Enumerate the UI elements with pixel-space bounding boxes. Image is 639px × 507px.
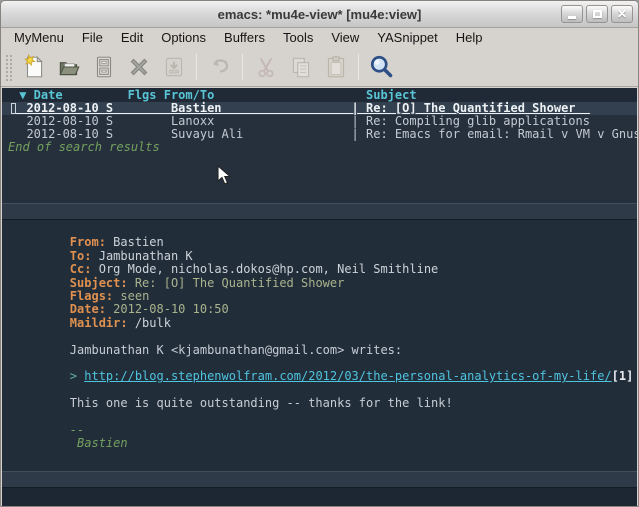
menu-file[interactable]: File (73, 28, 112, 47)
paste-button (318, 50, 353, 83)
save-button (156, 50, 191, 83)
close-buffer-button[interactable] (121, 50, 156, 83)
directory-icon (91, 54, 117, 80)
maximize-button[interactable] (586, 5, 608, 23)
paste-icon (323, 54, 349, 80)
toolbar-separator (242, 54, 243, 80)
mu4e-view-window[interactable]: From: Bastien To: Jambunathan K Cc: Org … (2, 220, 637, 471)
open-folder-icon (56, 54, 82, 80)
window-title: emacs: *mu4e-view* [mu4e:view] (218, 7, 422, 22)
menu-options[interactable]: Options (152, 28, 215, 47)
from-value[interactable]: Bastien (113, 235, 164, 249)
cc-label: Cc: (70, 262, 92, 276)
date-value: 2012-08-10 10:50 (113, 302, 229, 316)
cc-value[interactable]: Org Mode, nicholas.dokos@hp.com, Neil Sm… (99, 262, 439, 276)
footnote-ref: [1] (612, 369, 634, 383)
modeline-mu4e-headers[interactable]: *mu4e-headers* ( 1, 0) [All/275] [mu4e-h… (2, 203, 637, 220)
window-controls: ✕ (561, 5, 633, 23)
from-label: From: (70, 235, 106, 249)
directory-button[interactable] (86, 50, 121, 83)
signature-name-line: Bastien (12, 424, 637, 437)
emacs-window: emacs: *mu4e-view* [mu4e:view] ✕ MyMenu … (0, 0, 639, 507)
menu-tools[interactable]: Tools (274, 28, 322, 47)
close-icon: ✕ (617, 8, 627, 20)
cut-button (248, 50, 283, 83)
copy-icon (288, 54, 314, 80)
close-button[interactable]: ✕ (611, 5, 633, 23)
to-label: To: (70, 249, 92, 263)
menu-edit[interactable]: Edit (112, 28, 152, 47)
maximize-icon (593, 10, 602, 18)
attribution-text: Jambunathan K <kjambunathan@gmail.com> w… (70, 343, 402, 357)
title-bar[interactable]: emacs: *mu4e-view* [mu4e:view] ✕ (1, 1, 638, 28)
search-button[interactable] (364, 50, 399, 83)
undo-button (202, 50, 237, 83)
open-folder-button[interactable] (51, 50, 86, 83)
comment-line: This one is quite outstanding -- thanks … (12, 384, 637, 397)
menu-bar: MyMenu File Edit Options Buffers Tools V… (1, 28, 638, 47)
maildir-value: /bulk (135, 316, 171, 330)
emacs-frame-body: ▼ Date Flgs From/To Subject 2012-08-10 S… (2, 88, 637, 505)
attribution-line: Jambunathan K <kjambunathan@gmail.com> w… (12, 330, 637, 343)
signature-dashes: -- (70, 423, 84, 437)
flags-label: Flags: (70, 289, 113, 303)
toolbar-separator (358, 54, 359, 80)
search-icon (368, 53, 395, 80)
text-cursor (11, 103, 16, 114)
cut-icon (253, 54, 279, 80)
menu-help[interactable]: Help (447, 28, 492, 47)
quote-prefix: > (70, 369, 84, 383)
close-buffer-icon (126, 54, 152, 80)
menu-mymenu[interactable]: MyMenu (5, 28, 73, 47)
mu4e-headers-window: ▼ Date Flgs From/To Subject 2012-08-10 S… (2, 88, 637, 203)
new-file-button[interactable] (16, 50, 51, 83)
toolbar-grip[interactable] (4, 53, 12, 81)
signature-name: Bastien (70, 436, 128, 450)
subject-label: Subject: (70, 276, 128, 290)
comment-text: This one is quite outstanding -- thanks … (70, 396, 453, 410)
copy-button (283, 50, 318, 83)
header-from: From: Bastien (12, 223, 637, 236)
menu-view[interactable]: View (322, 28, 368, 47)
toolbar-separator (196, 54, 197, 80)
date-label: Date: (70, 302, 106, 316)
tool-bar (1, 47, 638, 87)
signature-separator: -- (12, 410, 637, 423)
article-link[interactable]: http://blog.stephenwolfram.com/2012/03/t… (84, 369, 611, 383)
menu-buffers[interactable]: Buffers (215, 28, 274, 47)
save-icon (161, 54, 187, 80)
quoted-link-line: > http://blog.stephenwolfram.com/2012/03… (12, 357, 637, 370)
end-of-search-results: End of search results (2, 141, 637, 154)
new-file-icon (21, 54, 47, 80)
subject-value: Re: [O] The Quantified Shower (135, 276, 345, 290)
flags-value: seen (120, 289, 149, 303)
minimize-icon (568, 16, 576, 19)
menu-yasnippet[interactable]: YASnippet (368, 28, 446, 47)
echo-area[interactable] (2, 488, 637, 507)
mouse-cursor (217, 165, 232, 186)
undo-icon (207, 54, 233, 80)
minimize-button[interactable] (561, 5, 583, 23)
maildir-label: Maildir: (70, 316, 128, 330)
to-value[interactable]: Jambunathan K (99, 249, 193, 263)
headers-column-header[interactable]: ▼ Date Flgs From/To Subject (2, 88, 637, 102)
modeline-mu4e-view[interactable]: *mu4e-view* ( 1, 0) [All/372] [mu4e:view… (2, 471, 637, 488)
